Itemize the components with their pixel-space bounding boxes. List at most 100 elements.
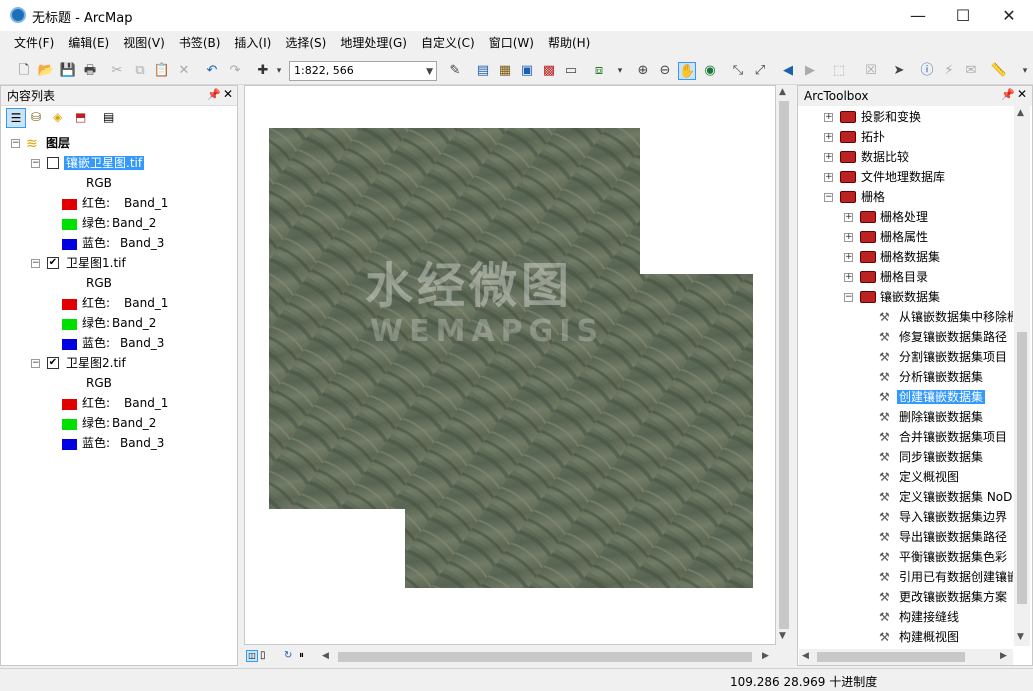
map-vertical-scrollbar[interactable]: ▲ ▼ [776,85,792,645]
toolset-item[interactable]: 镶嵌数据集 [880,287,940,307]
toolbar-more-icon[interactable]: ▾ [1016,62,1033,80]
pause-drawing-icon[interactable]: ⏸ [299,650,304,661]
measure-icon[interactable]: 📏 [990,62,1008,80]
scroll-thumb[interactable] [338,652,752,662]
layer-visibility-checkbox[interactable]: ✔ [47,357,59,369]
catalog-window-icon[interactable]: ▦ [496,62,514,80]
add-data-dropdown-icon[interactable]: ▾ [270,62,288,80]
scroll-up-icon[interactable]: ▲ [779,87,786,97]
close-icon[interactable]: ✕ [223,87,233,101]
collapse-icon[interactable]: − [31,159,40,168]
map-horizontal-scrollbar[interactable]: ◫ ▯ ↻ ⏸ ◀ ▶ [244,649,776,665]
list-by-selection-icon[interactable]: ⬒ [75,110,86,124]
copy-icon[interactable]: ⧉ [131,62,149,80]
scroll-right-icon[interactable]: ▶ [762,651,769,661]
tool-item[interactable]: 分析镶嵌数据集 [899,367,983,387]
layer-visibility-checkbox[interactable] [47,157,59,169]
tool-item[interactable]: 导出镶嵌数据集路径 [899,527,1007,547]
toolset-item[interactable]: 栅格 [861,187,885,207]
toolset-item[interactable]: 投影和变换 [861,107,921,127]
expand-icon[interactable]: + [824,133,833,142]
collapse-icon[interactable]: − [11,139,20,148]
layer-name[interactable]: 镶嵌卫星图.tif [64,153,145,173]
scroll-left-icon[interactable]: ◀ [322,651,329,661]
expand-icon[interactable]: + [824,153,833,162]
search-window-icon[interactable]: ▣ [518,62,536,80]
collapse-icon[interactable]: − [824,193,833,202]
pan-hand-icon[interactable]: ✋ [678,62,696,80]
tool-item[interactable]: 分割镶嵌数据集项目 [899,347,1007,367]
expand-icon[interactable]: + [844,273,853,282]
pin-icon[interactable]: 📌 [207,88,221,101]
expand-icon[interactable]: + [844,253,853,262]
chevron-down-icon[interactable]: ▼ [426,63,433,81]
menu-view[interactable]: 视图(V) [116,31,172,55]
scroll-down-icon[interactable]: ▼ [779,631,786,641]
toolbox-horizontal-scrollbar[interactable]: ◀ ▶ [799,649,1013,665]
tool-item[interactable]: 定义概视图 [899,467,959,487]
scroll-thumb[interactable] [1017,332,1027,604]
toolset-item[interactable]: 文件地理数据库 [861,167,945,187]
expand-icon[interactable]: + [824,113,833,122]
scroll-down-icon[interactable]: ▼ [1017,632,1024,642]
toolset-item[interactable]: 栅格处理 [880,207,928,227]
tool-item[interactable]: 导入镶嵌数据集边界 [899,507,1007,527]
data-view-icon[interactable]: ◫ [246,650,258,662]
new-document-icon[interactable]: 🗋 [15,62,33,80]
expand-icon[interactable]: + [824,173,833,182]
scroll-thumb[interactable] [817,652,965,662]
menu-bookmarks[interactable]: 书签(B) [172,31,228,55]
close-button[interactable]: ✕ [986,0,1032,31]
toolset-item[interactable]: 栅格属性 [880,227,928,247]
tool-item[interactable]: 平衡镶嵌数据集色彩 [899,547,1013,567]
menu-insert[interactable]: 插入(I) [227,31,278,55]
toolbar-options-icon[interactable]: ▾ [611,62,629,80]
layer-visibility-checkbox[interactable]: ✔ [47,257,59,269]
scroll-thumb[interactable] [779,101,789,629]
tool-item[interactable]: 更改镶嵌数据集方案 [899,587,1007,607]
tool-item[interactable]: 删除镶嵌数据集 [899,407,983,427]
clear-selection-icon[interactable]: ☒ [862,62,880,80]
tool-item[interactable]: 引用已有数据创建镶嵌 [899,567,1013,587]
menu-selection[interactable]: 选择(S) [278,31,333,55]
arctoolbox-icon[interactable]: ▩ [540,62,558,80]
full-extent-globe-icon[interactable]: ◉ [701,62,719,80]
map-display[interactable]: 水经微图 WEMAPGIS [244,85,776,645]
collapse-icon[interactable]: − [31,359,40,368]
expand-icon[interactable]: + [844,233,853,242]
fixed-zoom-out-icon[interactable]: ⤢ [751,62,769,80]
tool-item[interactable]: 构建接缝线 [899,607,959,627]
zoom-out-icon[interactable]: ⊖ [656,62,674,80]
forward-arrow-icon[interactable]: ▶ [801,62,819,80]
cut-icon[interactable]: ✂ [108,62,126,80]
menu-customize[interactable]: 自定义(C) [414,31,482,55]
collapse-icon[interactable]: − [844,293,853,302]
tool-item-selected[interactable]: 创建镶嵌数据集 [897,387,986,407]
refresh-icon[interactable]: ↻ [284,650,292,661]
back-arrow-icon[interactable]: ◀ [779,62,797,80]
save-icon[interactable]: 💾 [59,62,77,80]
html-popup-icon[interactable]: ✉ [962,62,980,80]
menu-help[interactable]: 帮助(H) [541,31,597,55]
fixed-zoom-in-icon[interactable]: ⤡ [729,62,747,80]
menu-windows[interactable]: 窗口(W) [482,31,541,55]
editor-toolbar-icon[interactable]: ✎ [446,62,464,80]
list-by-source-icon[interactable]: ⛁ [31,110,41,124]
scroll-up-icon[interactable]: ▲ [1017,108,1024,118]
expand-icon[interactable]: + [844,213,853,222]
map-scale-combo[interactable]: 1:822, 566 ▼ [289,61,437,81]
tool-item[interactable]: 修复镶嵌数据集路径 [899,327,1007,347]
toolset-item[interactable]: 拓扑 [861,127,885,147]
toc-options-icon[interactable]: ▤ [103,110,114,124]
layer-name[interactable]: 卫星图2.tif [66,353,126,373]
open-folder-icon[interactable]: 📂 [37,62,55,80]
tool-item[interactable]: 从镶嵌数据集中移除栅 [899,307,1013,327]
pin-icon[interactable]: 📌 [1001,88,1015,101]
scroll-left-icon[interactable]: ◀ [802,651,809,661]
delete-icon[interactable]: ✕ [175,62,193,80]
select-elements-arrow-icon[interactable]: ➤ [890,62,908,80]
python-window-icon[interactable]: ▭ [562,62,580,80]
toolset-item[interactable]: 栅格数据集 [880,247,940,267]
tool-item[interactable]: 定义镶嵌数据集 NoD [899,487,1013,507]
layer-name[interactable]: 卫星图1.tif [66,253,126,273]
